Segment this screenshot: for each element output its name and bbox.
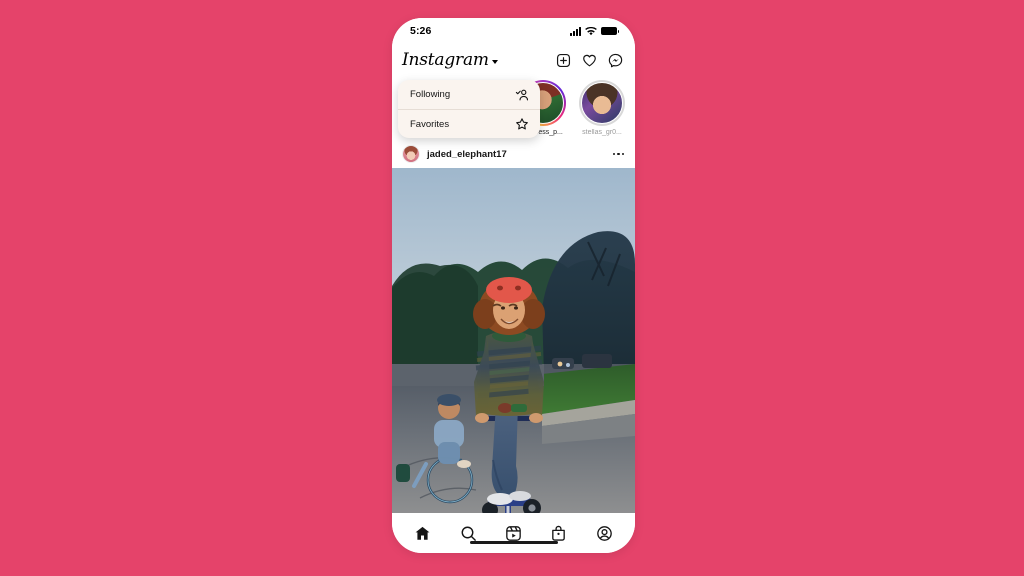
nav-profile[interactable]	[596, 525, 613, 542]
feed-dropdown-menu[interactable]: Following Favorites	[398, 80, 540, 138]
feed-selector-button[interactable]: Instagram	[402, 49, 498, 70]
app-header: Instagram	[392, 44, 635, 76]
avatar[interactable]	[402, 145, 420, 163]
more-options-icon[interactable]	[612, 152, 624, 156]
post-header: jaded_elephant17	[392, 140, 635, 168]
chevron-down-icon	[491, 60, 498, 64]
dropdown-item-following[interactable]: Following	[398, 80, 540, 109]
activity-button[interactable]	[582, 53, 597, 68]
phone-mockup: 5:26 Instagram princess_p... stellas_gr0…	[392, 18, 635, 553]
screenshot-canvas: 5:26 Instagram princess_p... stellas_gr0…	[0, 0, 1024, 576]
post-username[interactable]: jaded_elephant17	[427, 149, 613, 160]
story-label: stellas_gr0...	[582, 129, 622, 136]
nav-shop[interactable]	[550, 525, 567, 542]
star-icon	[515, 117, 529, 131]
battery-icon	[601, 27, 619, 35]
nav-home[interactable]	[414, 525, 431, 542]
cellular-signal-icon	[570, 26, 581, 36]
nav-search[interactable]	[460, 525, 477, 542]
home-indicator	[469, 540, 558, 544]
bottom-navigation	[392, 513, 635, 553]
header-actions	[556, 53, 623, 68]
dropdown-item-favorites[interactable]: Favorites	[398, 109, 540, 138]
avatar	[581, 82, 623, 124]
nav-reels[interactable]	[505, 525, 522, 542]
new-post-button[interactable]	[556, 53, 571, 68]
status-bar: 5:26	[392, 18, 635, 44]
dropdown-item-label: Following	[410, 89, 451, 100]
wifi-icon	[585, 26, 597, 36]
status-icons	[570, 26, 619, 36]
story-item[interactable]: stellas_gr0...	[575, 80, 629, 136]
status-time: 5:26	[410, 25, 432, 37]
dropdown-item-label: Favorites	[410, 118, 450, 130]
story-ring	[579, 80, 625, 126]
post-photo[interactable]	[392, 168, 635, 513]
instagram-logo: Instagram	[402, 49, 489, 70]
person-check-icon	[515, 88, 529, 102]
messenger-button[interactable]	[608, 53, 623, 68]
